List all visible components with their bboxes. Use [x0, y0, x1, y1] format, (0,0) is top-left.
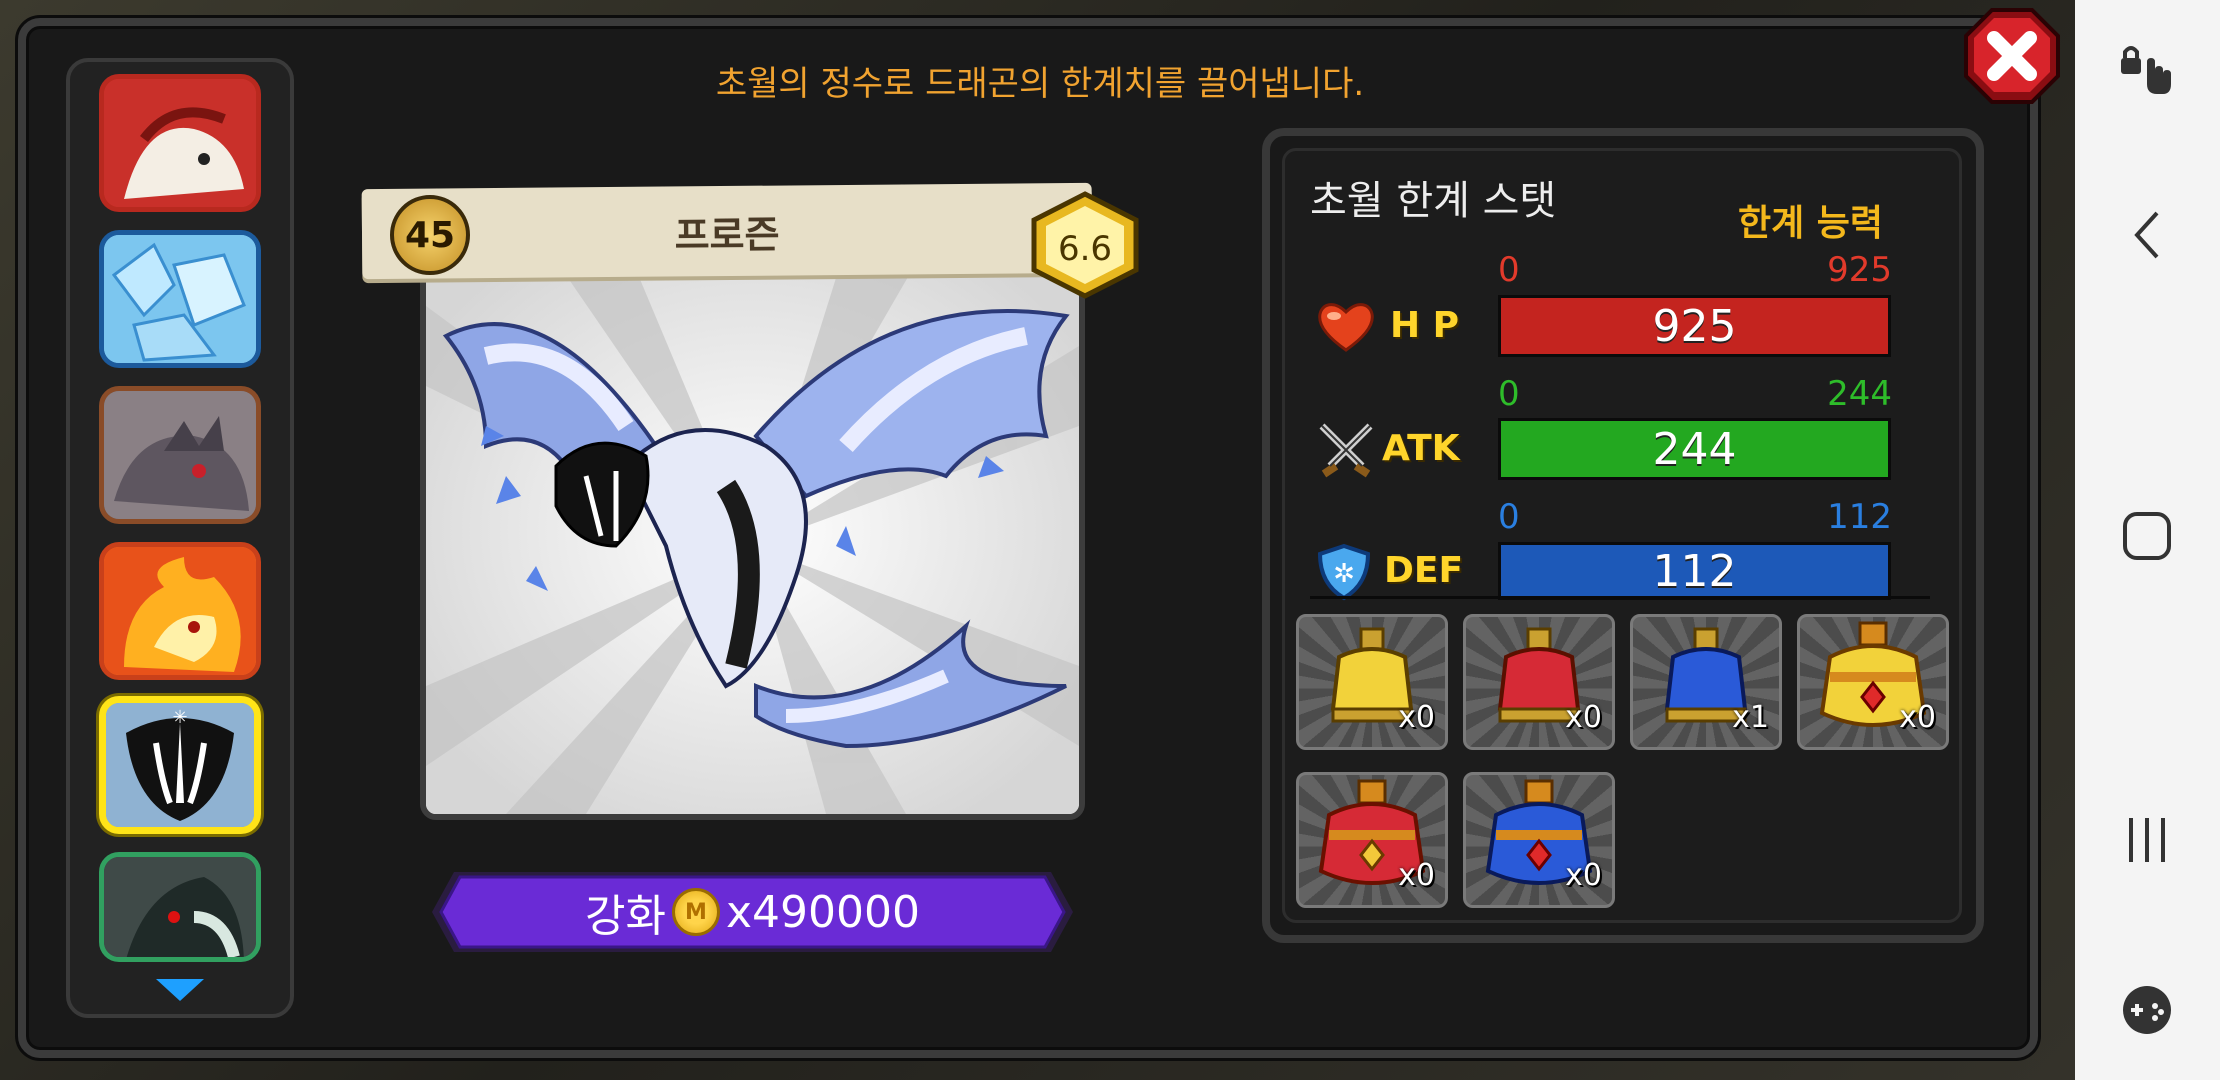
flame-dragon-portrait: [104, 547, 256, 675]
recents-icon: [2129, 818, 2165, 862]
panel-title: 초월의 정수로 드래곤의 한계치를 끌어냅니다.: [715, 64, 1365, 104]
dragon-artwork: [426, 246, 1079, 814]
stat-panel-title: 초월 한계 스탯: [1310, 178, 1557, 224]
back-button[interactable]: [2117, 205, 2177, 265]
item-blue-potion-small[interactable]: x1: [1630, 614, 1782, 750]
svg-text:✳: ✳: [172, 707, 187, 728]
item-yellow-potion-small[interactable]: x0: [1296, 614, 1448, 750]
atk-min: 0: [1498, 374, 1520, 414]
hexagon-grade-icon: 6.6: [1031, 191, 1139, 299]
recents-button[interactable]: [2117, 810, 2177, 870]
touch-lock-icon: [2121, 46, 2171, 94]
touch-lock-button[interactable]: [2117, 40, 2177, 100]
item-yellow-potion-large[interactable]: x0: [1797, 614, 1949, 750]
dragon-slot-flame[interactable]: [99, 542, 261, 680]
hp-max: 925: [1827, 250, 1892, 290]
swords-icon: [1316, 420, 1376, 480]
dragon-slot-frozen[interactable]: ✳: [99, 696, 261, 834]
item-blue-potion-large[interactable]: x0: [1463, 772, 1615, 908]
coin-icon: M: [671, 888, 720, 936]
item-red-potion-small[interactable]: x0: [1463, 614, 1615, 750]
item-count: x0: [1899, 700, 1936, 735]
shield-icon: ✲: [1316, 542, 1376, 602]
dragon-slot-red-white[interactable]: [99, 74, 261, 212]
gray-rock-dragon-portrait: [104, 391, 256, 519]
atk-max: 244: [1827, 374, 1892, 414]
svg-text:✲: ✲: [1333, 559, 1355, 589]
def-label: DEF: [1384, 550, 1464, 591]
arrow-down-icon: [156, 979, 204, 1001]
item-count: x0: [1398, 700, 1435, 735]
item-count: x0: [1565, 700, 1602, 735]
dragon-card: [420, 240, 1085, 820]
hp-label: H P: [1390, 305, 1460, 346]
system-nav-bar: [2075, 0, 2220, 1080]
hp-bar: 925: [1498, 295, 1891, 357]
def-min: 0: [1498, 497, 1520, 537]
dragon-level-badge: 45: [390, 195, 470, 275]
grade-badge: 6.6: [1028, 190, 1142, 300]
stat-divider: [1310, 596, 1930, 599]
dragon-name: 프로즌: [674, 212, 780, 258]
home-button[interactable]: [2117, 506, 2177, 566]
frozen-dragon-portrait: ✳: [106, 703, 254, 827]
dragon-name-banner: 프로즌: [361, 182, 1093, 280]
hp-min: 0: [1498, 250, 1520, 290]
heart-icon: [1316, 298, 1376, 358]
dark-green-dragon-portrait: [104, 857, 256, 957]
atk-bar: 244: [1498, 418, 1891, 480]
dragon-slot-gray-rock[interactable]: [99, 386, 261, 524]
item-count: x0: [1398, 858, 1435, 893]
dragon-slot-ice-crystal[interactable]: [99, 230, 261, 368]
dragon-slot-dark-green[interactable]: [99, 852, 261, 962]
enhance-label: 강화: [585, 891, 666, 942]
red-white-dragon-portrait: [104, 79, 256, 207]
game-tools-button[interactable]: [2117, 980, 2177, 1040]
dragon-list[interactable]: ✳: [66, 58, 294, 1018]
item-red-potion-large[interactable]: x0: [1296, 772, 1448, 908]
def-value: 112: [1652, 545, 1737, 597]
scroll-down-button[interactable]: [70, 970, 290, 1010]
grade-value: 6.6: [1058, 229, 1112, 269]
close-button[interactable]: [1962, 6, 2062, 106]
enhance-button[interactable]: 강화 M x490000: [430, 870, 1075, 954]
gamepad-icon: [2123, 986, 2171, 1034]
item-count: x0: [1565, 858, 1602, 893]
home-icon: [2123, 512, 2171, 560]
atk-value: 244: [1652, 423, 1737, 475]
def-max: 112: [1827, 497, 1892, 537]
item-count: x1: [1732, 700, 1769, 735]
atk-label: ATK: [1382, 428, 1460, 469]
def-bar: 112: [1498, 542, 1891, 600]
back-icon: [2134, 211, 2159, 259]
hp-value: 925: [1652, 300, 1737, 352]
enhance-cost: x490000: [725, 886, 920, 938]
ice-crystal-dragon-portrait: [104, 235, 256, 363]
limit-ability-label: 한계 능력: [1738, 203, 1884, 244]
close-icon: [1964, 8, 2060, 104]
